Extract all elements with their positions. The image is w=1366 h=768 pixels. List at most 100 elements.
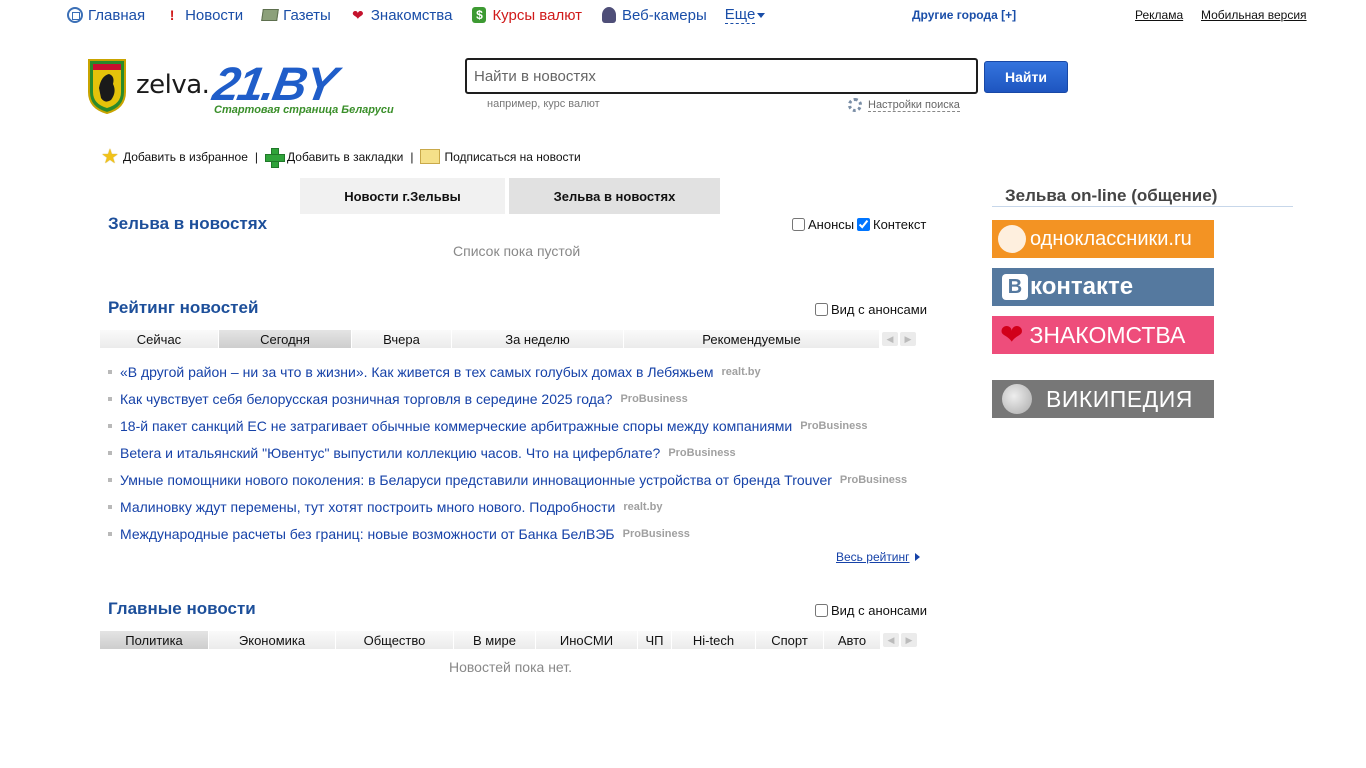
context-checkbox-input[interactable]	[857, 218, 870, 231]
filter-yesterday[interactable]: Вчера	[352, 330, 452, 348]
nav-currency-label: Курсы валют	[492, 6, 582, 24]
odnoklassniki-banner[interactable]: одноклассники.ru	[992, 220, 1214, 258]
arrow-right-icon[interactable]: ▶	[901, 633, 917, 647]
filter-recommended[interactable]: Рекомендуемые	[624, 330, 880, 348]
main-news-filter-bar: Политика Экономика Общество В мире ИноСМ…	[100, 631, 917, 649]
news-source: ProBusiness	[800, 419, 868, 432]
news-source: realt.by	[721, 365, 761, 378]
news-link[interactable]: Международные расчеты без границ: новые …	[120, 526, 615, 542]
nav-more-label: Еще	[724, 6, 756, 24]
bullet	[108, 504, 112, 509]
wikipedia-globe-icon	[1002, 384, 1032, 414]
news-link[interactable]: 18-й пакет санкций ЕС не затрагивает обы…	[120, 418, 792, 434]
subscribe-button[interactable]: Подписаться на новости	[420, 149, 581, 164]
filter-society[interactable]: Общество	[336, 631, 454, 649]
filter-politics[interactable]: Политика	[100, 631, 209, 649]
filter-incidents[interactable]: ЧП	[638, 631, 672, 649]
context-checkbox[interactable]: Контекст	[857, 217, 926, 232]
add-to-favorites-button[interactable]: ★ Добавить в избранное	[101, 144, 248, 169]
arrow-left-icon[interactable]: ◀	[882, 332, 898, 346]
news-source: ProBusiness	[620, 392, 688, 405]
nav-dating[interactable]: ❤ Знакомства	[349, 6, 452, 24]
tagline: Стартовая страница Беларуси	[214, 104, 394, 116]
newspaper-icon	[261, 6, 280, 24]
main-announces-label: Вид с анонсами	[831, 603, 927, 618]
announces-checkbox[interactable]: Анонсы	[792, 217, 854, 232]
rating-announces-checkbox-input[interactable]	[815, 303, 828, 316]
dating-banner[interactable]: ❤ ЗНАКОМСТВА	[992, 316, 1214, 354]
all-rating-label: Весь рейтинг	[836, 550, 910, 564]
rating-announces-checkbox[interactable]: Вид с анонсами	[815, 302, 927, 317]
list-item: Умные помощники нового поколения: в Бела…	[108, 466, 907, 493]
odnoklassniki-label: одноклассники.ru	[1030, 227, 1192, 250]
tab-city-news[interactable]: Новости г.Зельвы	[300, 178, 505, 214]
zelva-news-title: Зельва в новостях	[108, 214, 268, 233]
mobile-version-link[interactable]: Мобильная версия	[1201, 8, 1307, 22]
tab-zelva-in-news[interactable]: Зельва в новостях	[509, 178, 720, 214]
filter-hitech[interactable]: Hi-tech	[672, 631, 756, 649]
arrow-left-icon[interactable]: ◀	[883, 633, 899, 647]
main-announces-checkbox[interactable]: Вид с анонсами	[815, 603, 927, 618]
list-item: Как чувствует себя белорусская розничная…	[108, 385, 907, 412]
wikipedia-label: ВИКИПЕДИЯ	[1046, 385, 1193, 412]
nav-more[interactable]: Еще	[724, 6, 766, 24]
filter-sport[interactable]: Спорт	[756, 631, 824, 649]
search-settings-link[interactable]: Настройки поиска	[848, 98, 960, 112]
announces-checkbox-input[interactable]	[792, 218, 805, 231]
nav-home-label: Главная	[88, 6, 146, 24]
news-link[interactable]: Betera и итальянский "Ювентус" выпустили…	[120, 445, 660, 461]
all-rating-link[interactable]: Весь рейтинг	[836, 550, 920, 564]
page-actions: ★ Добавить в избранное | Добавить в закл…	[101, 144, 581, 169]
search-button[interactable]: Найти	[984, 61, 1068, 93]
add-to-favorites-label: Добавить в избранное	[122, 149, 248, 164]
nav-news[interactable]: ! Новости	[163, 6, 243, 24]
filter-today[interactable]: Сегодня	[219, 330, 352, 348]
no-news-message: Новостей пока нет.	[449, 659, 572, 675]
main-announces-checkbox-input[interactable]	[815, 604, 828, 617]
site-logo[interactable]: 21.BY	[209, 57, 339, 110]
search-input[interactable]	[465, 58, 978, 94]
bullet	[108, 369, 112, 374]
news-link[interactable]: «В другой район – ни за что в жизни». Ка…	[120, 364, 714, 380]
news-source: ProBusiness	[622, 527, 690, 540]
filter-week[interactable]: За неделю	[452, 330, 624, 348]
list-item: Малиновку ждут перемены, тут хотят постр…	[108, 493, 907, 520]
city-name-logo[interactable]: zelva.	[136, 70, 210, 100]
rating-announces-label: Вид с анонсами	[831, 302, 927, 317]
filter-auto[interactable]: Авто	[824, 631, 881, 649]
vkontakte-label: контакте	[1030, 273, 1134, 300]
list-item: 18-й пакет санкций ЕС не затрагивает обы…	[108, 412, 907, 439]
news-link[interactable]: Как чувствует себя белорусская розничная…	[120, 391, 612, 407]
nav-home[interactable]: Главная	[66, 6, 145, 24]
separator: |	[410, 149, 414, 164]
ads-link[interactable]: Реклама	[1135, 8, 1183, 22]
bullet	[108, 396, 112, 401]
news-source: ProBusiness	[668, 446, 736, 459]
subscribe-label: Подписаться на новости	[444, 149, 581, 164]
main-news-title: Главные новости	[108, 599, 256, 618]
arrow-right-icon[interactable]: ▶	[900, 332, 916, 346]
add-bookmark-button[interactable]: Добавить в закладки	[265, 147, 403, 168]
home-icon	[66, 6, 84, 24]
nav-currency[interactable]: $ Курсы валют	[470, 6, 582, 24]
other-cities-link[interactable]: Другие города [+]	[912, 8, 1016, 22]
webcam-icon	[600, 6, 618, 24]
search-settings-label: Настройки поиска	[868, 98, 960, 112]
news-link[interactable]: Малиновку ждут перемены, тут хотят постр…	[120, 499, 615, 515]
filter-now[interactable]: Сейчас	[100, 330, 219, 348]
exclamation-icon: !	[169, 7, 175, 23]
filter-world[interactable]: В мире	[454, 631, 536, 649]
list-item: Betera и итальянский "Ювентус" выпустили…	[108, 439, 907, 466]
vkontakte-banner[interactable]: В контакте	[992, 268, 1214, 306]
dating-label: ЗНАКОМСТВА	[1029, 321, 1186, 348]
wikipedia-banner[interactable]: ВИКИПЕДИЯ	[992, 380, 1214, 418]
envelope-icon	[420, 149, 441, 164]
plus-icon	[265, 147, 286, 168]
news-link[interactable]: Умные помощники нового поколения: в Бела…	[120, 472, 832, 488]
top-navigation: Главная ! Новости Газеты ❤ Знакомства $ …	[66, 5, 783, 25]
nav-newspapers[interactable]: Газеты	[261, 6, 331, 24]
filter-economy[interactable]: Экономика	[209, 631, 336, 649]
filter-inosmi[interactable]: ИноСМИ	[536, 631, 638, 649]
nav-webcams[interactable]: Веб-камеры	[600, 6, 707, 24]
divider	[992, 206, 1293, 207]
